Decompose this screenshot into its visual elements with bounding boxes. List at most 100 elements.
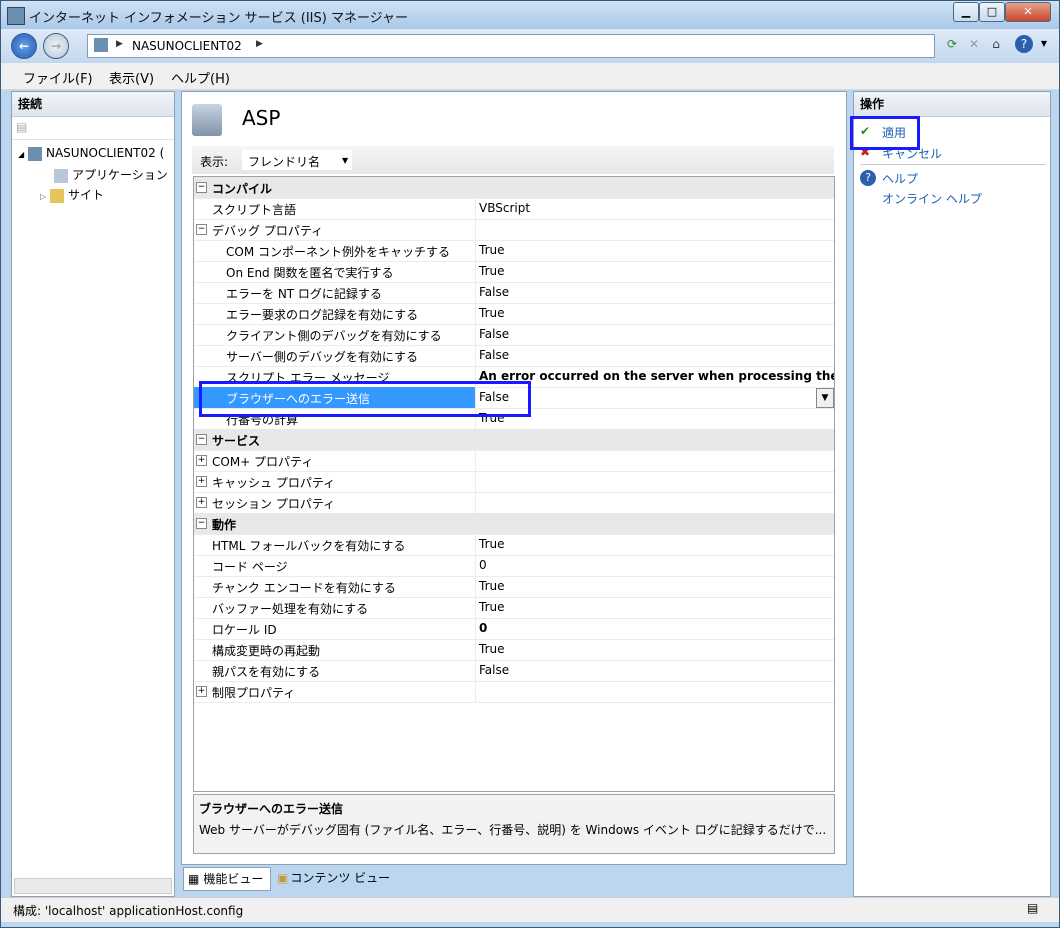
view-select[interactable]: フレンドリ名 ▼ bbox=[242, 150, 352, 170]
property-name-cell[interactable]: On End 関数を匿名で実行する bbox=[194, 261, 476, 282]
property-name-cell[interactable]: サーバー側のデバッグを有効にする bbox=[194, 345, 476, 366]
connect-icon[interactable]: ▤ bbox=[16, 120, 27, 134]
property-row[interactable]: エラー要求のログ記録を有効にする True bbox=[194, 303, 834, 325]
group-row[interactable]: + COM+ プロパティ bbox=[194, 450, 834, 472]
property-value[interactable]: True bbox=[479, 600, 505, 614]
property-name-cell[interactable]: エラーを NT ログに記録する bbox=[194, 282, 476, 303]
tab-features-view[interactable]: ▦ 機能ビュー bbox=[183, 867, 271, 891]
property-value[interactable]: False bbox=[479, 327, 509, 341]
property-value[interactable]: True bbox=[479, 306, 505, 320]
property-name-cell[interactable]: クライアント側のデバッグを有効にする bbox=[194, 324, 476, 345]
back-arrow-icon[interactable]: ← bbox=[11, 33, 37, 59]
value-dropdown-icon[interactable]: ▼ bbox=[816, 388, 834, 408]
help-icon[interactable]: ? bbox=[1015, 35, 1033, 53]
property-label: キャッシュ プロパティ bbox=[212, 476, 336, 490]
property-name-cell[interactable]: + セッション プロパティ bbox=[194, 492, 476, 513]
property-name-cell[interactable]: + 制限プロパティ bbox=[194, 681, 476, 702]
horizontal-scrollbar[interactable] bbox=[14, 878, 172, 894]
breadcrumb-chevron-icon[interactable]: ▶ bbox=[256, 39, 263, 49]
collapse-icon[interactable]: ◢ bbox=[18, 150, 24, 159]
property-name-cell[interactable]: − 動作 bbox=[194, 513, 475, 534]
property-value[interactable]: True bbox=[479, 243, 505, 257]
help-link[interactable]: ヘルプ bbox=[882, 170, 918, 187]
home-icon[interactable]: ⌂ bbox=[987, 35, 1005, 53]
property-value[interactable]: An error occurred on the server when pro… bbox=[479, 369, 834, 383]
property-value[interactable]: 0 bbox=[479, 621, 487, 635]
forward-arrow-icon[interactable]: → bbox=[43, 33, 69, 59]
expand-icon[interactable]: + bbox=[196, 686, 207, 697]
property-name-cell[interactable]: 構成変更時の再起動 bbox=[194, 639, 476, 660]
property-value[interactable]: False bbox=[479, 348, 509, 362]
category-row[interactable]: − コンパイル bbox=[194, 177, 834, 199]
menu-file[interactable]: ファイル(F) bbox=[23, 68, 93, 87]
property-row[interactable]: コード ページ 0 bbox=[194, 555, 834, 577]
property-row[interactable]: スクリプト言語 VBScript bbox=[194, 198, 834, 220]
property-value[interactable]: False bbox=[479, 663, 509, 677]
property-row[interactable]: COM コンポーネント例外をキャッチする True bbox=[194, 240, 834, 262]
property-name-cell[interactable]: HTML フォールバックを有効にする bbox=[194, 534, 476, 555]
property-value[interactable]: True bbox=[479, 264, 505, 278]
category-row[interactable]: − 動作 bbox=[194, 513, 834, 535]
tree-item-sites[interactable]: ▷ サイト bbox=[40, 186, 104, 203]
property-name-cell[interactable]: エラー要求のログ記録を有効にする bbox=[194, 303, 476, 324]
property-name-cell[interactable]: + キャッシュ プロパティ bbox=[194, 471, 476, 492]
property-row[interactable]: 構成変更時の再起動 True bbox=[194, 639, 834, 661]
group-row[interactable]: + セッション プロパティ bbox=[194, 492, 834, 514]
minimize-button[interactable]: ▁ bbox=[953, 2, 979, 22]
refresh-icon[interactable]: ⟳ bbox=[943, 35, 961, 53]
help-dropdown-icon[interactable]: ▼ bbox=[1035, 35, 1053, 53]
expand-icon[interactable]: + bbox=[196, 476, 207, 487]
property-row[interactable]: クライアント側のデバッグを有効にする False bbox=[194, 324, 834, 346]
collapse-icon[interactable]: − bbox=[196, 434, 207, 445]
group-row[interactable]: + キャッシュ プロパティ bbox=[194, 471, 834, 493]
property-name-cell[interactable]: ロケール ID bbox=[194, 618, 476, 639]
breadcrumb-server[interactable]: NASUNOCLIENT02 bbox=[132, 39, 242, 53]
group-row[interactable]: + 制限プロパティ bbox=[194, 681, 834, 703]
property-name-cell[interactable]: チャンク エンコードを有効にする bbox=[194, 576, 476, 597]
close-button[interactable]: ✕ bbox=[1005, 2, 1051, 22]
property-name-cell[interactable]: スクリプト言語 bbox=[194, 198, 476, 219]
property-row[interactable]: 親パスを有効にする False bbox=[194, 660, 834, 682]
property-row[interactable]: On End 関数を匿名で実行する True bbox=[194, 261, 834, 283]
property-value[interactable]: 0 bbox=[479, 558, 487, 572]
property-row[interactable]: バッファー処理を有効にする True bbox=[194, 597, 834, 619]
group-row[interactable]: − デバッグ プロパティ bbox=[194, 219, 834, 241]
maximize-button[interactable]: □ bbox=[979, 2, 1005, 22]
property-value[interactable]: True bbox=[479, 579, 505, 593]
property-name-cell[interactable]: COM コンポーネント例外をキャッチする bbox=[194, 240, 476, 261]
property-name-cell[interactable]: − サービス bbox=[194, 429, 475, 450]
menu-bar: ファイル(F) 表示(V) ヘルプ(H) bbox=[1, 63, 1059, 90]
category-row[interactable]: − サービス bbox=[194, 429, 834, 451]
expand-icon[interactable]: + bbox=[196, 497, 207, 508]
property-name-cell[interactable]: コード ページ bbox=[194, 555, 476, 576]
property-value[interactable]: True bbox=[479, 642, 505, 656]
property-name-cell[interactable]: + COM+ プロパティ bbox=[194, 450, 476, 471]
property-row[interactable]: サーバー側のデバッグを有効にする False bbox=[194, 345, 834, 367]
property-name-cell[interactable]: − コンパイル bbox=[194, 177, 475, 198]
tab-content-view[interactable]: ▣ コンテンツ ビュー bbox=[275, 867, 395, 889]
address-bar[interactable]: ▶ NASUNOCLIENT02 ▶ bbox=[87, 34, 935, 58]
property-name-cell[interactable]: − デバッグ プロパティ bbox=[194, 219, 476, 240]
online-help-link[interactable]: オンライン ヘルプ bbox=[882, 190, 982, 207]
tree-item-application-pools[interactable]: アプリケーション bbox=[54, 166, 168, 183]
breadcrumb-separator-icon[interactable]: ▶ bbox=[116, 39, 123, 49]
property-row[interactable]: エラーを NT ログに記録する False bbox=[194, 282, 834, 304]
collapse-icon[interactable]: − bbox=[196, 224, 207, 235]
title-bar[interactable]: インターネット インフォメーション サービス (IIS) マネージャー ▁ □ … bbox=[1, 1, 1059, 29]
property-value[interactable]: False bbox=[479, 285, 509, 299]
collapse-icon[interactable]: − bbox=[196, 182, 207, 193]
collapse-icon[interactable]: − bbox=[196, 518, 207, 529]
property-row[interactable]: HTML フォールバックを有効にする True bbox=[194, 534, 834, 556]
menu-help[interactable]: ヘルプ(H) bbox=[171, 68, 230, 87]
expand-icon[interactable]: ▷ bbox=[40, 192, 46, 201]
property-value[interactable]: VBScript bbox=[479, 201, 530, 215]
expand-icon[interactable]: + bbox=[196, 455, 207, 466]
property-value[interactable]: True bbox=[479, 537, 505, 551]
tree-item-server[interactable]: ◢ NASUNOCLIENT02 ( bbox=[18, 146, 164, 161]
property-name-cell[interactable]: バッファー処理を有効にする bbox=[194, 597, 476, 618]
stop-icon[interactable]: ✕ bbox=[965, 35, 983, 53]
property-row[interactable]: ロケール ID 0 bbox=[194, 618, 834, 640]
property-row[interactable]: チャンク エンコードを有効にする True bbox=[194, 576, 834, 598]
menu-view[interactable]: 表示(V) bbox=[109, 68, 154, 87]
property-name-cell[interactable]: 親パスを有効にする bbox=[194, 660, 476, 681]
